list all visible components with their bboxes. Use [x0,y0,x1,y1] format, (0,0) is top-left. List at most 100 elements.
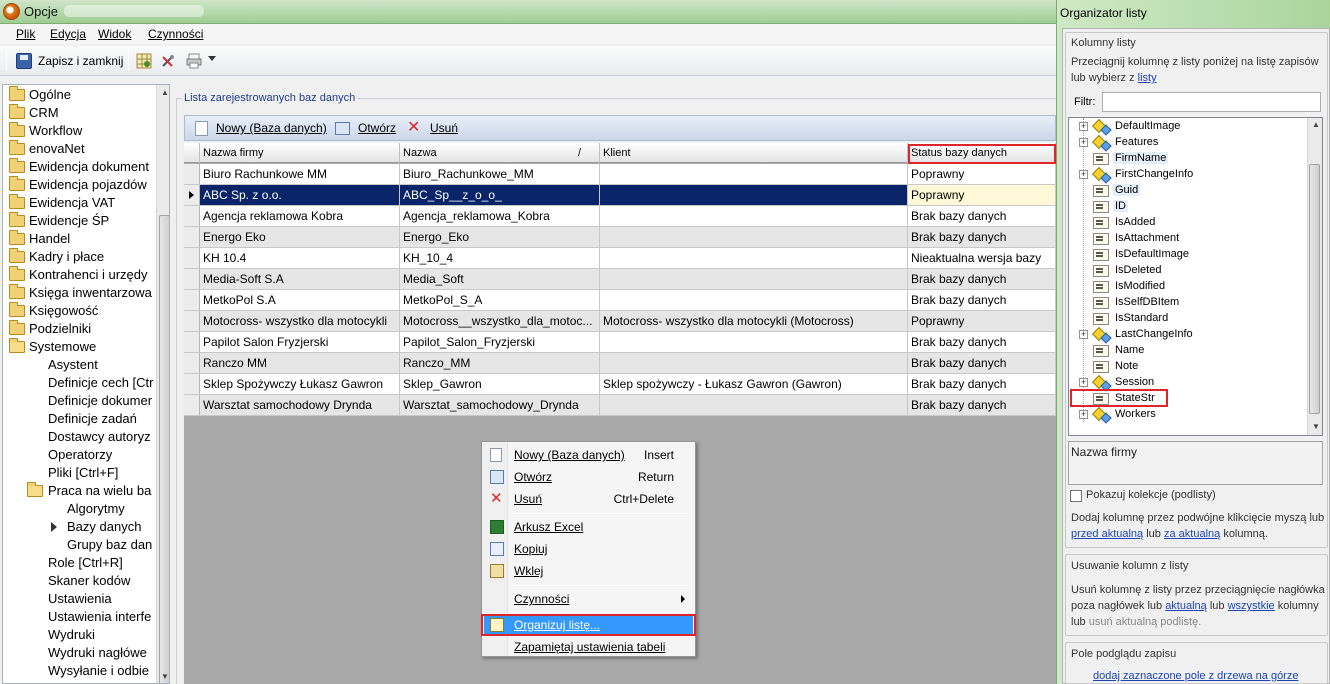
new-doc-icon[interactable] [195,121,208,136]
cell-status[interactable]: Brak bazy danych [908,227,1056,248]
table-row[interactable]: Energo Eko Energo_Eko Brak bazy danych [184,227,1056,248]
remove-sublist-link[interactable]: usuń aktualną podlistę. [1089,616,1202,628]
cell-client[interactable]: Motocross- wszystko dla motocykli (Motoc… [600,311,908,332]
save-icon[interactable] [16,53,32,69]
expand-icon[interactable]: + [1079,378,1088,387]
row-indicator[interactable] [184,206,200,227]
cm-copy[interactable]: Kopiuj [484,538,693,560]
cell-firm-name[interactable]: Energo Eko [200,227,400,248]
open-icon[interactable] [335,122,350,135]
cell-name[interactable]: Sklep_Gawron [400,374,600,395]
expand-icon[interactable]: + [1079,330,1088,339]
cm-excel[interactable]: Arkusz Excel [484,516,693,538]
cell-status[interactable]: Brak bazy danych [908,353,1056,374]
field-tree-item[interactable]: StateStr [1069,391,1307,407]
cm-delete[interactable]: ✕ Usuń Ctrl+Delete [484,488,693,510]
cell-status[interactable]: Brak bazy danych [908,395,1056,416]
field-tree-item[interactable]: + Features [1069,135,1307,151]
table-row[interactable]: Motocross- wszystko dla motocykli Motocro… [184,311,1056,332]
row-indicator[interactable] [184,353,200,374]
field-tree-item[interactable]: IsDeleted [1069,263,1307,279]
table-row[interactable]: Biuro Rachunkowe MM Biuro_Rachunkowe_MM Po… [184,164,1056,185]
field-tree-item[interactable]: Guid [1069,183,1307,199]
field-tree-item[interactable]: IsSelfDBItem [1069,295,1307,311]
field-tree[interactable]: + DefaultImage + Features FirmName + FirstChan… [1068,117,1323,436]
add-before-link[interactable]: przed aktualną [1071,528,1143,540]
menu-czynnosci[interactable]: Czynności [148,27,203,41]
cell-client[interactable] [600,290,908,311]
header-client[interactable]: Klient [600,143,908,163]
cell-name[interactable]: MetkoPol_S_A [400,290,600,311]
cell-firm-name[interactable]: ABC Sp. z o.o. [200,185,400,206]
cell-firm-name[interactable]: Papilot Salon Fryzjerski [200,332,400,353]
cell-firm-name[interactable]: Warsztat samochodowy Drynda [200,395,400,416]
field-tree-item[interactable]: + Session [1069,375,1307,391]
field-tree-item[interactable]: IsAttachment [1069,231,1307,247]
save-and-close-button[interactable]: Zapisz i zamknij [38,54,123,68]
cell-client[interactable] [600,332,908,353]
menu-widok[interactable]: Widok [98,27,131,41]
field-tree-item[interactable]: Note [1069,359,1307,375]
show-collections-checkbox[interactable] [1070,490,1082,502]
tree-scrollbar[interactable]: ▲ ▼ [156,85,169,683]
cm-open[interactable]: Otwórz Return [484,466,693,488]
field-tree-item[interactable]: IsModified [1069,279,1307,295]
cm-new[interactable]: Nowy (Baza danych) Insert [484,444,693,466]
cell-client[interactable] [600,185,908,206]
options-tree[interactable]: Ogólne CRM Workflow enovaNet Ewidencja dokum… [2,84,170,684]
print-dropdown-icon[interactable] [208,56,216,61]
cell-firm-name[interactable]: KH 10.4 [200,248,400,269]
field-tree-item[interactable]: IsDefaultImage [1069,247,1307,263]
expand-icon[interactable]: + [1079,410,1088,419]
cell-client[interactable] [600,269,908,290]
field-tree-item[interactable]: IsAdded [1069,215,1307,231]
cell-firm-name[interactable]: Sklep Spożywczy Łukasz Gawron [200,374,400,395]
cell-name[interactable]: Media_Soft [400,269,600,290]
row-indicator[interactable] [184,290,200,311]
cm-actions-submenu[interactable]: Czynności [484,588,693,610]
cell-name[interactable]: Papilot_Salon_Fryzjerski [400,332,600,353]
table-row[interactable]: Papilot Salon Fryzjerski Papilot_Salon_Fr… [184,332,1056,353]
cell-name[interactable]: KH_10_4 [400,248,600,269]
cell-status[interactable]: Brak bazy danych [908,374,1056,395]
field-tree-item[interactable]: + Workers [1069,407,1307,423]
header-status[interactable]: Status bazy danych [908,143,1056,163]
cell-client[interactable] [600,227,908,248]
table-row[interactable]: Sklep Spożywczy Łukasz Gawron Sklep_Gawro… [184,374,1056,395]
row-indicator[interactable] [184,332,200,353]
cell-status[interactable]: Poprawny [908,185,1056,206]
menu-plik[interactable]: Plik [16,27,35,41]
row-indicator[interactable] [184,374,200,395]
cell-status[interactable]: Nieaktualna wersja bazy [908,248,1056,269]
field-tree-item[interactable]: Name [1069,343,1307,359]
table-row[interactable]: Media-Soft S.A Media_Soft Brak bazy danych [184,269,1056,290]
remove-all-link[interactable]: wszystkie [1228,600,1275,612]
add-preview-field-link[interactable]: dodaj zaznaczone pole z drzewa na górze [1093,670,1298,682]
cm-organize-list[interactable]: Organizuj listę... [484,615,693,635]
print-icon[interactable] [186,53,202,69]
delete-button[interactable]: Usuń [430,121,458,135]
cell-name[interactable]: Ranczo_MM [400,353,600,374]
field-tree-item[interactable]: FirmName [1069,151,1307,167]
table-row[interactable]: KH 10.4 KH_10_4 Nieaktualna wersja bazy [184,248,1056,269]
grid-settings-icon[interactable] [136,53,152,69]
list-link[interactable]: listy [1138,72,1157,84]
field-tree-item[interactable]: + DefaultImage [1069,119,1307,135]
cell-client[interactable] [600,164,908,185]
cell-status[interactable]: Brak bazy danych [908,290,1056,311]
cell-status[interactable]: Brak bazy danych [908,269,1056,290]
cell-name[interactable]: Agencja_reklamowa_Kobra [400,206,600,227]
cell-status[interactable]: Poprawny [908,164,1056,185]
row-indicator[interactable] [184,227,200,248]
cell-name[interactable]: Energo_Eko [400,227,600,248]
header-firm-name[interactable]: Nazwa firmy [200,143,400,163]
header-name[interactable]: Nazwa / [400,143,600,163]
field-tree-item[interactable]: + LastChangeInfo [1069,327,1307,343]
table-row[interactable]: MetkoPol S.A MetkoPol_S_A Brak bazy danych [184,290,1056,311]
scroll-down-icon[interactable]: ▼ [161,672,169,681]
cell-client[interactable] [600,395,908,416]
cm-paste[interactable]: Wklej [484,560,693,582]
cell-name[interactable]: ABC_Sp__z_o_o_ [400,185,600,206]
table-row[interactable]: Warsztat samochodowy Drynda Warsztat_samo… [184,395,1056,416]
row-indicator[interactable] [184,269,200,290]
